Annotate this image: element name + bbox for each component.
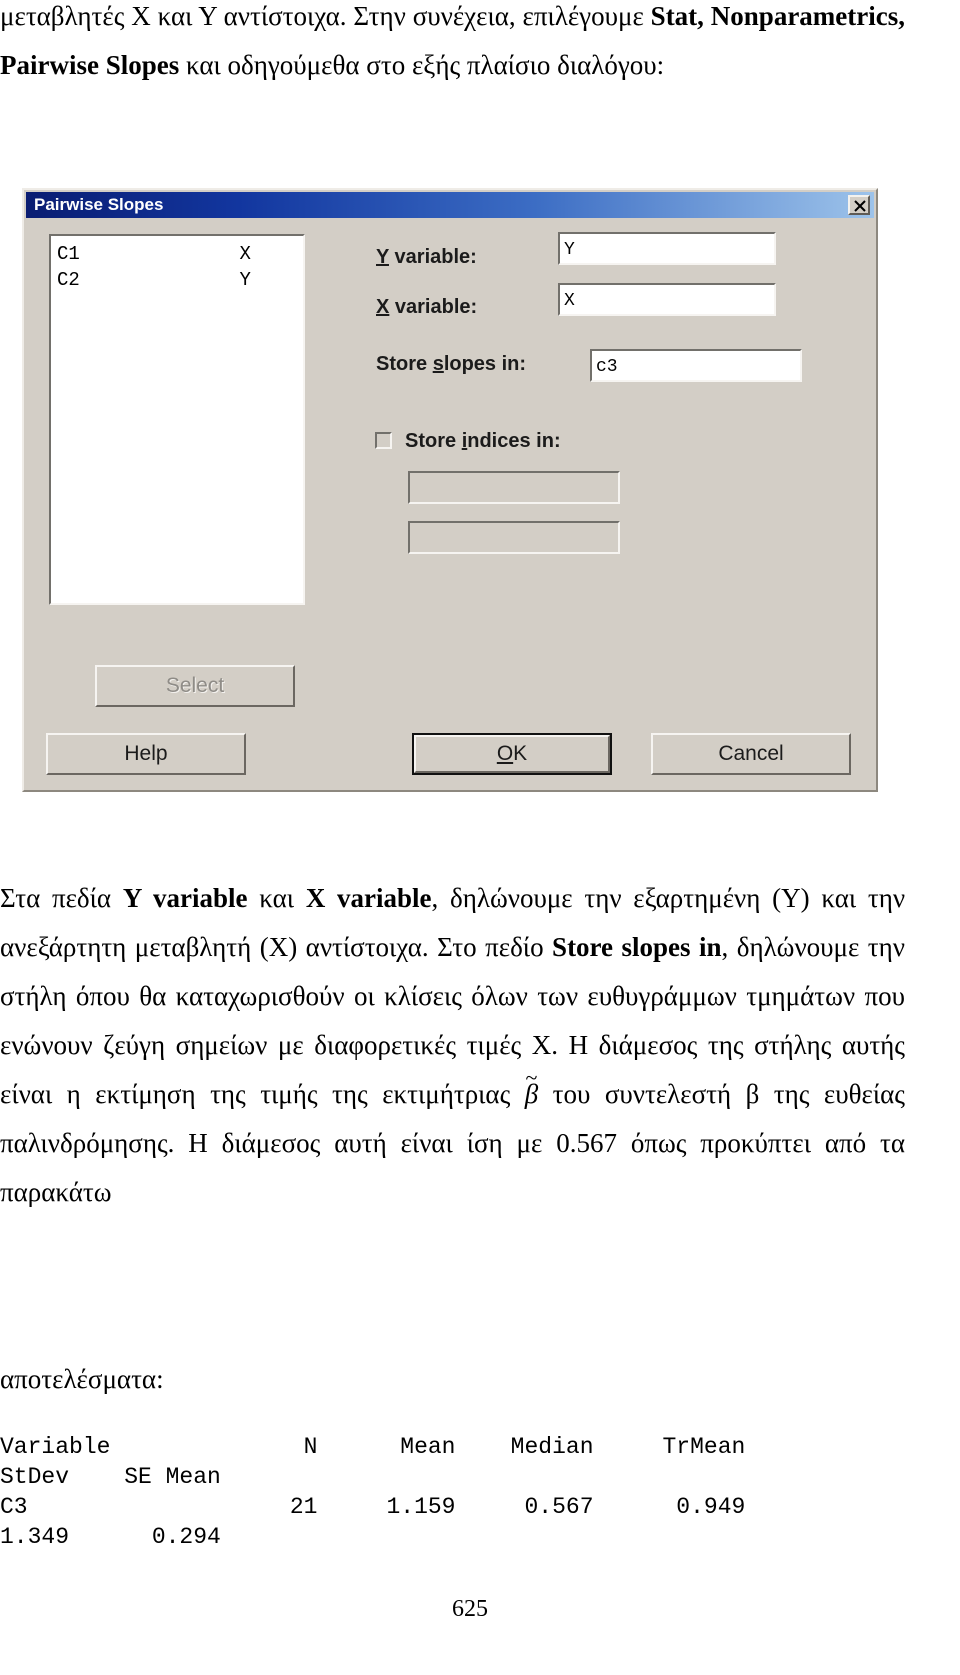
- y-variable-accel: Y: [376, 246, 389, 268]
- output-line-3: C3 21 1.159 0.567 0.949: [0, 1494, 746, 1520]
- x-variable-label-rest: variable:: [389, 296, 478, 318]
- cancel-button[interactable]: Cancel: [651, 733, 851, 775]
- beta-estimator-symbol: ~ β: [525, 1065, 538, 1119]
- y-variable-label-rest: variable:: [388, 246, 477, 268]
- store-indices-label: Store indices in:: [405, 430, 561, 453]
- y-variable-label: Y variable:: [376, 246, 477, 269]
- list-item[interactable]: C1 X: [57, 241, 303, 267]
- store-indices-label-rest: ndices in:: [467, 430, 561, 452]
- list-item-column: C2: [57, 269, 80, 291]
- intro-text-part2: και οδηγούμεθα στο εξής πλαίσιο: [179, 50, 551, 80]
- paragraph-intro: μεταβλητές Χ και Υ αντίστοιχα. Στην συνέ…: [0, 0, 905, 90]
- store-slopes-label-rest: lopes in:: [443, 353, 527, 375]
- store-slopes-accel: s: [432, 353, 444, 375]
- ok-button-label: OK: [497, 742, 527, 766]
- dialog-titlebar[interactable]: Pairwise Slopes: [26, 192, 874, 218]
- ok-button-accel: O: [496, 742, 514, 765]
- explanation-bold-yvar: Y variable: [122, 883, 248, 913]
- select-button-label: Select: [165, 674, 225, 697]
- y-variable-input[interactable]: Y: [558, 232, 776, 265]
- store-slopes-label-pre: Store: [376, 353, 433, 375]
- dialog-title: Pairwise Slopes: [34, 195, 164, 214]
- x-variable-accel: X: [376, 296, 390, 318]
- document-page: μεταβλητές Χ και Υ αντίστοιχα. Στην συνέ…: [0, 0, 960, 1675]
- paragraph-results-lead: αποτελέσματα:: [0, 1355, 905, 1404]
- store-slopes-label: Store slopes in:: [376, 353, 526, 376]
- output-line-4: 1.349 0.294: [0, 1524, 221, 1550]
- results-lead-text: αποτελέσματα:: [0, 1364, 164, 1394]
- x-variable-input[interactable]: X: [558, 283, 776, 316]
- output-line-2: StDev SE Mean: [0, 1464, 221, 1490]
- y-variable-value: Y: [564, 240, 575, 260]
- intro-text-part3: διαλόγου:: [557, 50, 665, 80]
- help-button[interactable]: Help: [46, 733, 246, 775]
- store-indices-label-pre: Store: [405, 430, 462, 452]
- output-line-1: Variable N Mean Median TrMean: [0, 1434, 746, 1460]
- select-button[interactable]: Select: [95, 665, 295, 707]
- explanation-bold-storeslopes: Store slopes in: [552, 932, 722, 962]
- store-indices-input-1[interactable]: [408, 471, 620, 504]
- store-slopes-value: c3: [596, 357, 618, 377]
- tilde-accent: ~: [525, 1065, 538, 1090]
- ok-button-label-rest: K: [513, 742, 528, 765]
- variable-list[interactable]: C1 X C2 Y: [49, 234, 305, 605]
- help-button-label: Help: [124, 742, 168, 765]
- x-variable-value: X: [564, 291, 575, 311]
- list-item-column: C1: [57, 243, 80, 265]
- explanation-part1: Στα πεδία: [0, 883, 123, 913]
- explanation-bold-xvar: X variable: [305, 883, 432, 913]
- intro-text-part1: μεταβλητές Χ και Υ αντίστοιχα. Στην συνέ…: [0, 1, 651, 31]
- page-number: 625: [452, 1596, 488, 1622]
- close-icon[interactable]: [848, 195, 870, 215]
- store-indices-input-2[interactable]: [408, 521, 620, 554]
- cancel-button-label: Cancel: [718, 742, 784, 765]
- pairwise-slopes-dialog: Pairwise Slopes C1 X C2 Y Y variable: Y …: [22, 188, 878, 792]
- explanation-part2: και: [247, 883, 306, 913]
- x-variable-label: X variable:: [376, 296, 477, 319]
- list-item-name: Y: [239, 269, 251, 291]
- list-item-name: X: [239, 243, 251, 265]
- store-indices-checkbox[interactable]: [375, 432, 392, 449]
- minitab-output-block: Variable N Mean Median TrMean StDev SE M…: [0, 1432, 940, 1552]
- list-item[interactable]: C2 Y: [57, 267, 303, 293]
- store-slopes-input[interactable]: c3: [590, 349, 802, 382]
- intro-bold-stat: Stat,: [650, 1, 704, 31]
- ok-button[interactable]: OK: [412, 733, 612, 775]
- paragraph-explanation: Στα πεδία Y variable και X variable, δηλ…: [0, 874, 905, 1217]
